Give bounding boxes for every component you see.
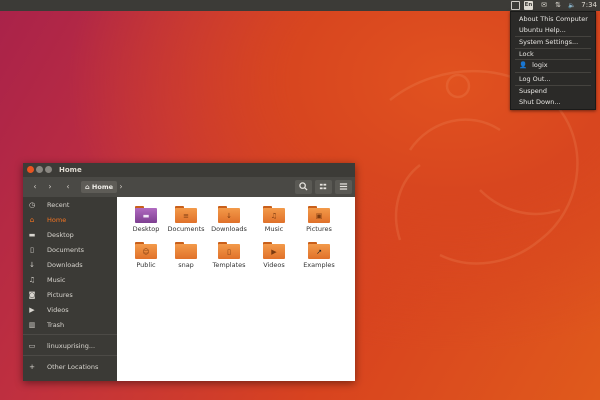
sidebar-item-desktop[interactable]: ▬ Desktop	[23, 228, 117, 242]
keyboard-icon[interactable]: En	[524, 1, 533, 10]
file-grid: ▬ Desktop ≡ Documents ↓ Downloads ♫ Music ▣ P…	[117, 197, 355, 381]
search-icon	[299, 182, 308, 191]
home-icon: ⌂	[29, 216, 35, 224]
menu-button[interactable]	[335, 180, 352, 194]
sidebar-item-trash[interactable]: ▥ Trash	[23, 318, 117, 332]
folder-icon: ↓	[218, 206, 240, 223]
hamburger-icon	[339, 183, 348, 190]
folder-templates[interactable]: ▯ Templates	[206, 242, 252, 269]
breadcrumb-label: Home	[91, 183, 114, 191]
sidebar-item-home[interactable]: ⌂ Home	[23, 213, 117, 227]
folder-snap[interactable]: snap	[163, 242, 209, 269]
menu-item-about[interactable]: About This Computer	[519, 15, 588, 23]
window-title: Home	[59, 166, 82, 174]
mail-icon[interactable]: ✉	[539, 1, 549, 10]
list-view-icon	[319, 183, 327, 190]
desktop-icon: ▬	[28, 231, 36, 239]
forward-button[interactable]: ›	[45, 181, 55, 192]
sidebar-item-other-locations[interactable]: + Other Locations	[23, 360, 117, 374]
path-right-arrow[interactable]: ›	[116, 181, 126, 192]
drive-icon: ▭	[28, 342, 36, 350]
session-menu: About This Computer Ubuntu Help... Syste…	[510, 11, 596, 110]
folder-icon: ▣	[308, 206, 330, 223]
sidebar-item-documents[interactable]: ▯ Documents	[23, 243, 117, 257]
clock-icon: ◷	[28, 201, 36, 209]
menu-separator	[515, 59, 591, 60]
sidebar-item-pictures[interactable]: ◙ Pictures	[23, 288, 117, 302]
music-icon: ♫	[28, 276, 36, 284]
menu-separator	[515, 72, 591, 73]
window-titlebar[interactable]: Home	[23, 163, 355, 177]
sidebar-item-drive[interactable]: ▭ linuxuprising...	[23, 339, 117, 353]
folder-music[interactable]: ♫ Music	[251, 206, 297, 233]
menu-item-user[interactable]: 👤 logix	[519, 61, 548, 69]
view-options-button[interactable]	[315, 180, 332, 194]
menu-item-shut-down[interactable]: Shut Down...	[519, 98, 561, 106]
folder-icon: ▶	[263, 242, 285, 259]
video-icon: ▶	[29, 306, 35, 314]
maximize-button[interactable]	[45, 166, 52, 173]
minimize-button[interactable]	[36, 166, 43, 173]
menu-separator	[515, 48, 591, 49]
plus-icon: +	[29, 363, 35, 371]
trash-icon: ▥	[28, 321, 36, 329]
back-button[interactable]: ‹	[30, 181, 40, 192]
folder-icon: ▬	[135, 206, 157, 223]
places-sidebar: ◷ Recent ⌂ Home ▬ Desktop ▯ Documents ↓ Downl…	[23, 197, 117, 381]
sidebar-divider	[23, 334, 117, 335]
path-left-arrow[interactable]: ‹	[63, 181, 73, 192]
menu-separator	[515, 36, 591, 37]
folder-icon: ☺	[135, 242, 157, 259]
indicator-box-icon[interactable]	[511, 1, 520, 10]
menu-item-help[interactable]: Ubuntu Help...	[519, 26, 566, 34]
window-toolbar: ‹ › ‹ ⌂ Home ›	[23, 177, 355, 197]
menu-item-lock[interactable]: Lock	[519, 50, 534, 58]
folder-downloads[interactable]: ↓ Downloads	[206, 206, 252, 233]
folder-icon	[175, 242, 197, 259]
sidebar-item-downloads[interactable]: ↓ Downloads	[23, 258, 117, 272]
user-name: logix	[532, 61, 548, 69]
folder-icon: ≡	[175, 206, 197, 223]
clock-time[interactable]: 7:34	[581, 0, 597, 11]
breadcrumb-home[interactable]: ⌂ Home	[81, 181, 118, 193]
sidebar-item-videos[interactable]: ▶ Videos	[23, 303, 117, 317]
document-icon: ▯	[30, 246, 34, 254]
download-icon: ↓	[29, 261, 35, 269]
file-manager-window: Home ‹ › ‹ ⌂ Home › ◷ Recent ⌂ Home ▬ Deskt…	[23, 163, 355, 381]
folder-icon: ▯	[218, 242, 240, 259]
search-button[interactable]	[295, 180, 312, 194]
sidebar-item-recent[interactable]: ◷ Recent	[23, 198, 117, 212]
folder-icon: ♫	[263, 206, 285, 223]
folder-examples[interactable]: ↗ Examples	[296, 242, 342, 269]
close-button[interactable]	[27, 166, 34, 173]
network-icon[interactable]: ⇅	[553, 1, 563, 10]
home-icon: ⌂	[85, 183, 90, 191]
menu-item-log-out[interactable]: Log Out...	[519, 75, 551, 83]
folder-videos[interactable]: ▶ Videos	[251, 242, 297, 269]
menu-item-system-settings[interactable]: System Settings...	[519, 38, 578, 46]
camera-icon: ◙	[28, 291, 36, 299]
user-icon: 👤	[519, 61, 528, 69]
menu-separator	[515, 85, 591, 86]
folder-documents[interactable]: ≡ Documents	[163, 206, 209, 233]
folder-icon: ↗	[308, 242, 330, 259]
top-panel: En ✉ ⇅ 🔈 7:34	[0, 0, 600, 11]
folder-pictures[interactable]: ▣ Pictures	[296, 206, 342, 233]
sidebar-item-music[interactable]: ♫ Music	[23, 273, 117, 287]
sidebar-divider	[23, 355, 117, 356]
menu-item-suspend[interactable]: Suspend	[519, 87, 547, 95]
volume-icon[interactable]: 🔈	[567, 1, 577, 10]
